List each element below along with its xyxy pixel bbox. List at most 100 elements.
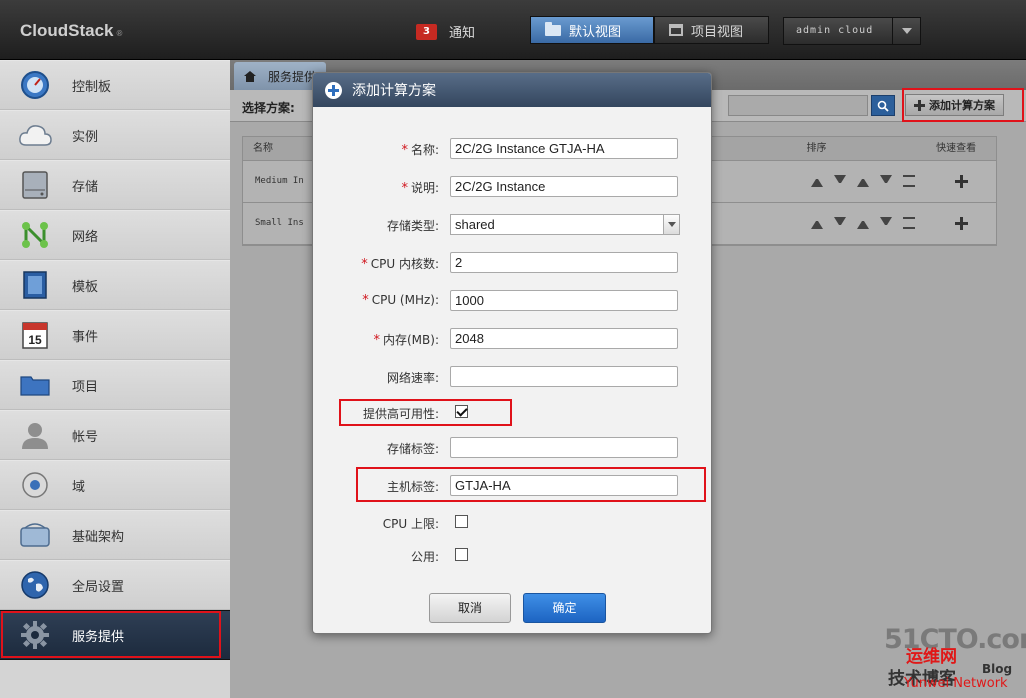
field-description: * 说明: 2C/2G Instance [313, 176, 711, 198]
cpu-mhz-input[interactable]: 1000 [450, 290, 678, 311]
sidebar-item-projects[interactable]: 项目 [0, 360, 230, 410]
highlight-box [356, 467, 706, 502]
search-input[interactable] [728, 95, 868, 116]
sidebar-item-label: 实例 [72, 129, 99, 145]
sidebar-item-instances[interactable]: 实例 [0, 110, 230, 160]
column-header: 排序 [806, 143, 827, 154]
sidebar: 控制板 实例 存储 网络 模板 15 事件 项目 帐号 域 基础架构 全局设置 … [0, 60, 230, 698]
column-header: 快速查看 [936, 143, 977, 154]
cloud-icon [18, 118, 52, 152]
sidebar-item-events[interactable]: 15 事件 [0, 310, 230, 360]
cpu-cores-label: CPU 内核数: [370, 257, 439, 271]
notifications-label: 通知 [449, 26, 476, 41]
cpu-cores-input[interactable]: 2 [450, 252, 678, 273]
project-icon [669, 24, 683, 36]
add-icon [325, 81, 342, 99]
default-view-button[interactable]: 默认视图 [530, 16, 654, 44]
field-cpu-mhz: * CPU (MHz): 1000 [313, 290, 711, 312]
sort-controls [811, 217, 915, 229]
network-rate-input[interactable] [450, 366, 678, 387]
cpu-cap-checkbox[interactable] [455, 515, 468, 528]
dialog-title-bar: 添加计算方案 [313, 73, 711, 107]
infrastructure-icon [18, 518, 52, 552]
name-input[interactable]: 2C/2G Instance GTJA-HA [450, 138, 678, 159]
sidebar-item-label: 事件 [72, 329, 99, 345]
move-bottom-icon[interactable] [834, 217, 846, 229]
move-top-icon[interactable] [811, 217, 823, 229]
storage-type-select[interactable]: shared [450, 214, 680, 235]
app-logo[interactable]: CloudStack ® [20, 21, 122, 41]
folder-icon [545, 21, 561, 36]
user-dropdown[interactable] [892, 18, 920, 44]
network-icon [18, 218, 52, 252]
description-input[interactable]: 2C/2G Instance [450, 176, 678, 197]
highlight-box [902, 88, 1024, 122]
select-offering-label: 选择方案: [242, 101, 295, 115]
sort-controls [811, 175, 915, 187]
folder-icon [18, 368, 52, 402]
breadcrumb-item[interactable]: 服务提供 [268, 68, 316, 85]
sidebar-item-global-settings[interactable]: 全局设置 [0, 560, 230, 610]
domain-icon [18, 468, 52, 502]
public-checkbox[interactable] [455, 548, 468, 561]
public-label: 公用: [410, 550, 439, 564]
move-down-icon[interactable] [880, 175, 892, 187]
notifications[interactable]: 3 通知 [416, 22, 475, 41]
field-network-rate: 网络速率: [313, 366, 711, 388]
home-icon[interactable] [244, 70, 256, 82]
sidebar-item-network[interactable]: 网络 [0, 210, 230, 260]
drag-handle-icon[interactable] [903, 175, 915, 187]
sidebar-item-infrastructure[interactable]: 基础架构 [0, 510, 230, 560]
user-menu[interactable]: admin cloud [783, 17, 921, 45]
move-up-icon[interactable] [857, 217, 869, 229]
quickview-plus-icon[interactable] [955, 217, 968, 230]
dialog-title: 添加计算方案 [352, 83, 436, 99]
view-switcher: 默认视图 项目视图 [530, 16, 769, 44]
move-bottom-icon[interactable] [834, 175, 846, 187]
svg-text:15: 15 [28, 333, 42, 347]
add-compute-offering-dialog: 添加计算方案 * 名称: 2C/2G Instance GTJA-HA * 说明: … [312, 72, 712, 634]
chevron-down-icon [663, 215, 679, 234]
row-name: Small Ins [255, 218, 304, 228]
storage-type-label: 存储类型: [386, 219, 439, 233]
field-memory: * 内存(MB): 2048 [313, 328, 711, 350]
quickview-plus-icon[interactable] [955, 175, 968, 188]
field-name: * 名称: 2C/2G Instance GTJA-HA [313, 138, 711, 160]
search-button[interactable] [871, 95, 895, 116]
highlight-box [339, 399, 512, 426]
description-label: 说明: [410, 181, 439, 195]
move-top-icon[interactable] [811, 175, 823, 187]
sidebar-item-domains[interactable]: 域 [0, 460, 230, 510]
storage-tags-input[interactable] [450, 437, 678, 458]
search-icon [877, 100, 889, 112]
user-name: admin cloud [796, 25, 874, 36]
user-icon [18, 418, 52, 452]
row-name: Medium In [255, 176, 304, 186]
field-storage-type: 存储类型: shared [313, 214, 711, 236]
highlight-box [1, 611, 221, 658]
sidebar-item-storage[interactable]: 存储 [0, 160, 230, 210]
memory-label: 内存(MB): [383, 333, 439, 347]
sidebar-item-label: 项目 [72, 379, 99, 395]
sidebar-item-label: 域 [72, 479, 86, 495]
notification-count-badge: 3 [416, 23, 437, 40]
cancel-button[interactable]: 取消 [429, 593, 511, 623]
field-public: 公用: [313, 545, 711, 567]
sidebar-item-label: 存储 [72, 179, 99, 195]
sidebar-item-dashboard[interactable]: 控制板 [0, 60, 230, 110]
sidebar-item-accounts[interactable]: 帐号 [0, 410, 230, 460]
memory-input[interactable]: 2048 [450, 328, 678, 349]
move-down-icon[interactable] [880, 217, 892, 229]
storage-icon [18, 168, 52, 202]
storage-tags-label: 存储标签: [386, 442, 439, 456]
cpu-cap-label: CPU 上限: [382, 517, 439, 531]
sidebar-item-label: 基础架构 [72, 529, 125, 545]
confirm-button[interactable]: 确定 [523, 593, 606, 623]
move-up-icon[interactable] [857, 175, 869, 187]
drag-handle-icon[interactable] [903, 217, 915, 229]
sidebar-item-label: 全局设置 [72, 579, 125, 595]
field-cpu-cores: * CPU 内核数: 2 [313, 252, 711, 274]
project-view-button[interactable]: 项目视图 [654, 16, 769, 44]
sidebar-item-label: 帐号 [72, 429, 99, 445]
sidebar-item-templates[interactable]: 模板 [0, 260, 230, 310]
